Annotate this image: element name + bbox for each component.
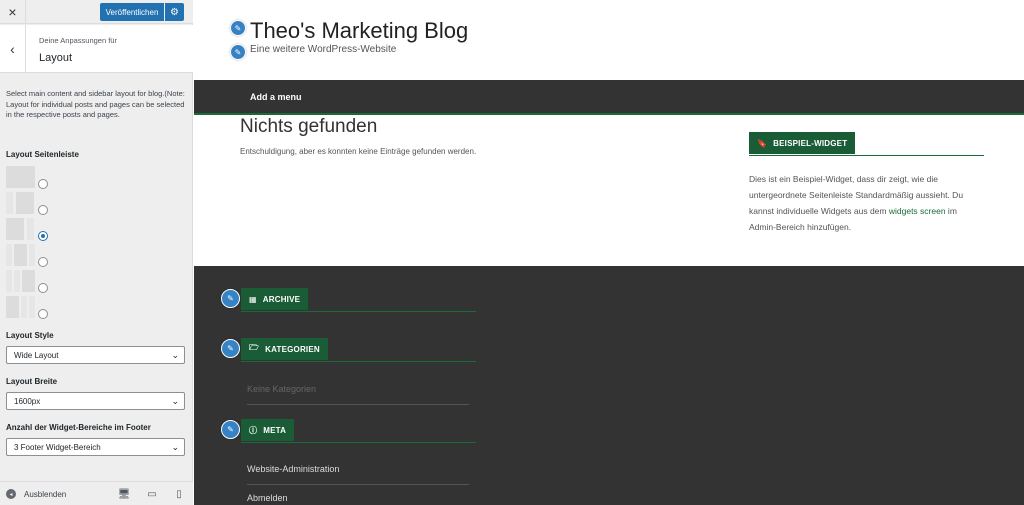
folder-open-icon: 🗁 [249, 343, 260, 352]
bookmark-icon: 🔖 [757, 138, 768, 148]
layout-thumbnail-content [16, 192, 34, 214]
layout-option-two-right-sidebars[interactable] [6, 296, 54, 321]
layout-style-label: Layout Style [6, 331, 54, 340]
widget-divider [749, 155, 984, 156]
site-tagline: Eine weitere WordPress-Website [250, 44, 397, 55]
edit-categories-pencil-icon[interactable]: ✎ [221, 339, 240, 358]
layout-thumbnail-sidebar [29, 244, 35, 266]
section-header: ‹ Deine Anpassungen für Layout [0, 25, 193, 73]
layout-option-two-left-sidebars[interactable] [6, 270, 54, 295]
add-menu-link[interactable]: Add a menu [250, 92, 302, 102]
hide-controls-button[interactable]: ◂ Ausblenden [6, 488, 66, 500]
categories-widget-title: 🗁 Kategorien [241, 338, 328, 360]
list-separator [247, 404, 469, 405]
layout-thumbnail-content [6, 296, 19, 318]
categories-empty: Keine Kategorien [247, 384, 317, 394]
layout-option-right-sidebar[interactable] [6, 218, 54, 243]
layout-thumbnail-content [6, 218, 24, 240]
customizer-header: × Veröffentlichen ⚙ [0, 0, 193, 24]
edit-title-pencil-icon[interactable]: ✎ [230, 20, 246, 36]
chevron-down-icon: ⌄ [171, 350, 179, 360]
section-subtitle: Deine Anpassungen für [39, 36, 117, 45]
archive-widget-title: ▦ Archive [241, 288, 309, 310]
layout-radio[interactable] [38, 283, 48, 293]
customizer-footer: ◂ Ausblenden 🖥 ▭ ▯ [0, 481, 193, 505]
info-icon: ⓘ [249, 425, 258, 435]
footer-widgets-label: Anzahl der Widget-Bereiche im Footer [6, 423, 151, 432]
collapse-icon: ◂ [6, 489, 16, 499]
layout-radio[interactable] [38, 205, 48, 215]
tablet-preview-icon[interactable]: ▭ [146, 488, 158, 500]
chevron-down-icon: ⌄ [171, 442, 179, 452]
archive-widget-header: ▦ Archive [241, 288, 309, 310]
layout-width-label: Layout Breite [6, 377, 58, 386]
edit-tagline-pencil-icon[interactable]: ✎ [230, 44, 246, 60]
list-separator [247, 484, 469, 485]
layout-radio[interactable] [38, 257, 48, 267]
sidebar-widget-title: 🔖 Beispiel-Widget [749, 132, 856, 154]
widget-divider [241, 442, 476, 443]
layout-width-select[interactable]: 1600px ⌄ [6, 392, 185, 410]
layout-thumbnail-sidebar [27, 218, 34, 240]
not-found-text: Entschuldigung, aber es konnten keine Ei… [240, 147, 477, 156]
back-chevron-icon[interactable]: ‹ [0, 25, 26, 73]
site-title[interactable]: Theo's Marketing Blog [250, 18, 468, 44]
meta-link-logout[interactable]: Abmelden [247, 493, 288, 503]
site-preview: ✎ Theo's Marketing Blog ✎ Eine weitere W… [194, 0, 1024, 505]
hide-label: Ausblenden [24, 489, 67, 499]
desktop-preview-icon[interactable]: 🖥 [118, 488, 131, 500]
gear-icon[interactable]: ⚙ [165, 3, 184, 21]
layout-thumbnail-sidebar [29, 296, 35, 318]
edit-meta-pencil-icon[interactable]: ✎ [221, 420, 240, 439]
meta-widget-title: ⓘ Meta [241, 419, 295, 441]
not-found-title: Nichts gefunden [240, 116, 378, 137]
meta-widget-header: ⓘ Meta [241, 419, 295, 441]
layout-thumbnail-sidebar [21, 296, 27, 318]
meta-link-admin[interactable]: Website-Administration [247, 464, 339, 474]
publish-button[interactable]: Veröffentlichen [100, 3, 164, 21]
footer-widgets-value: 3 Footer Widget-Bereich [14, 442, 101, 452]
sidebar-layout-label: Layout Seitenleiste [6, 150, 79, 159]
site-footer: ✎ ▦ Archive ✎ 🗁 Kategorien Keine Kategor… [194, 266, 1024, 505]
meta-title-text: Meta [263, 425, 287, 435]
widgets-screen-link[interactable]: widgets screen [889, 206, 946, 216]
section-title: Layout [39, 52, 73, 64]
layout-option-both-sidebars[interactable] [6, 244, 54, 269]
primary-navigation: Add a menu [194, 80, 1024, 115]
layout-thumbnail-sidebar [6, 192, 13, 214]
layout-width-value: 1600px [14, 396, 41, 406]
mobile-preview-icon[interactable]: ▯ [173, 488, 185, 500]
layout-radio-selected[interactable] [38, 231, 48, 241]
layout-thumbnail-sidebar [6, 244, 12, 266]
sidebar-widget-header: 🔖 Beispiel-Widget [749, 132, 856, 154]
edit-archive-pencil-icon[interactable]: ✎ [221, 289, 240, 308]
layout-radio[interactable] [38, 179, 48, 189]
footer-widgets-select[interactable]: 3 Footer Widget-Bereich ⌄ [6, 438, 185, 456]
layout-style-value: Wide Layout [14, 350, 59, 360]
layout-thumbnail-content [22, 270, 35, 292]
layout-thumbnail [6, 166, 35, 188]
layout-option-left-sidebar[interactable] [6, 192, 54, 217]
layout-description: Select main content and sidebar layout f… [6, 89, 185, 119]
chevron-down-icon: ⌄ [171, 396, 179, 406]
layout-style-select[interactable]: Wide Layout ⌄ [6, 346, 185, 364]
widget-divider [241, 361, 476, 362]
layout-thumbnail-sidebar [14, 270, 20, 292]
layout-thumbnail-sidebar [6, 270, 12, 292]
layout-option-full-width[interactable] [6, 166, 54, 191]
layout-radio[interactable] [38, 309, 48, 319]
layout-thumbnail-content [14, 244, 27, 266]
widget-divider [241, 311, 476, 312]
sidebar-widget-title-text: Beispiel-Widget [773, 138, 848, 148]
sidebar-widget-text: Dies ist ein Beispiel-Widget, dass dir z… [749, 171, 979, 235]
categories-widget-header: 🗁 Kategorien [241, 338, 328, 360]
archive-icon: ▦ [249, 294, 257, 304]
close-icon[interactable]: × [0, 0, 26, 24]
categories-title-text: Kategorien [265, 344, 320, 354]
archive-title-text: Archive [262, 294, 301, 304]
customizer-sidebar: × Veröffentlichen ⚙ ‹ Deine Anpassungen … [0, 0, 193, 505]
